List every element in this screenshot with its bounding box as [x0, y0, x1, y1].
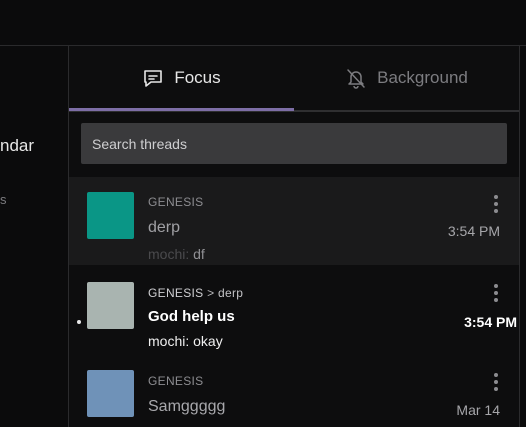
- search-placeholder: Search threads: [92, 135, 187, 152]
- thread-author: mochi:: [148, 333, 190, 349]
- thread-server: GENESIS > derp: [148, 286, 244, 300]
- thread-avatar: [87, 192, 134, 239]
- thread-avatar: [87, 370, 134, 417]
- thread-preview: mochi: df: [148, 246, 205, 262]
- thread-preview: mochi: okay: [148, 333, 223, 349]
- tab-focus[interactable]: Focus: [69, 46, 294, 110]
- thread-time: Mar 14: [456, 402, 500, 418]
- thread-title: derp: [148, 219, 181, 236]
- thread-item[interactable]: GENESIS derp mochi: df 3:54 PM: [69, 177, 519, 265]
- thread-channel: derp: [218, 286, 244, 300]
- active-tab-indicator: [69, 108, 294, 111]
- sidebar: ndar s: [0, 46, 69, 427]
- thread-time: 3:54 PM: [464, 314, 517, 330]
- thread-time: 3:54 PM: [447, 223, 500, 239]
- more-options-icon[interactable]: [494, 373, 498, 394]
- tab-background[interactable]: Background: [294, 46, 519, 110]
- threads-panel: Focus Background Search threads GENESIS …: [69, 46, 520, 427]
- more-options-icon[interactable]: [494, 284, 498, 305]
- thread-author: mochi:: [148, 246, 190, 262]
- thread-server: GENESIS: [148, 374, 204, 388]
- thread-server: GENESIS: [148, 195, 204, 209]
- bell-off-icon: [347, 69, 365, 89]
- thread-title: Samggggg: [148, 398, 226, 415]
- chat-bubble-icon: [144, 70, 163, 87]
- unread-indicator: [77, 320, 81, 324]
- top-bar: [0, 0, 526, 46]
- thread-avatar: [87, 282, 134, 329]
- thread-tabs: Focus Background: [69, 46, 519, 112]
- more-options-icon[interactable]: [494, 195, 498, 216]
- search-threads-input[interactable]: Search threads: [81, 123, 507, 164]
- tab-focus-label: Focus: [174, 68, 221, 87]
- sidebar-item-calendar[interactable]: ndar: [0, 136, 34, 156]
- tab-background-label: Background: [377, 68, 468, 87]
- sidebar-item-partial[interactable]: s: [0, 192, 7, 207]
- thread-message: okay: [193, 333, 223, 349]
- thread-title: God help us: [148, 308, 235, 325]
- thread-message: df: [193, 246, 205, 262]
- thread-item[interactable]: GENESIS Samggggg Mar 14: [69, 355, 519, 427]
- thread-item[interactable]: GENESIS > derp God help us mochi: okay 3…: [69, 266, 519, 354]
